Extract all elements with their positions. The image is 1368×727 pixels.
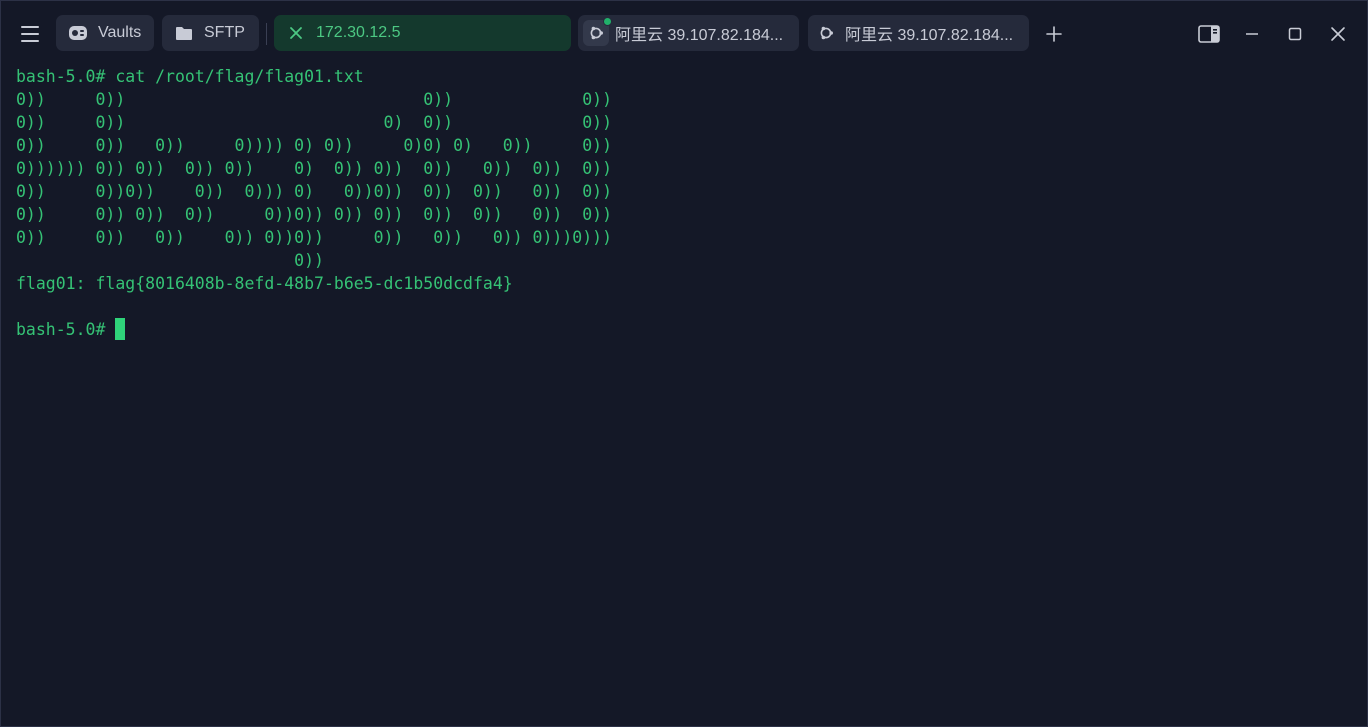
toggle-side-panel-button[interactable] [1194, 19, 1224, 49]
terminal-cursor [115, 318, 126, 340]
terminal-prompt-line[interactable]: bash-5.0# [16, 318, 612, 341]
close-icon [1331, 27, 1345, 41]
plus-icon [1046, 26, 1062, 42]
minimize-icon [1246, 33, 1258, 35]
folder-icon [172, 21, 196, 45]
terminal-prompt: bash-5.0# [16, 320, 116, 339]
close-window-button[interactable] [1323, 19, 1353, 49]
terminal-line: 0)) 0)) 0)) 0)))) 0) 0)) 0)0) 0) 0)) 0)) [16, 136, 613, 155]
terminal-line: 0)) [16, 251, 324, 270]
terminal-line: 0)))))) 0)) 0)) 0)) 0)) 0) 0)) 0)) 0)) 0… [16, 159, 613, 178]
tab-label: 阿里云 39.107.82.184... [845, 27, 1014, 44]
hamburger-line [21, 33, 39, 35]
ubuntu-icon [583, 17, 612, 46]
ubuntu-icon [813, 20, 839, 46]
terminal-line: 0)) 0)) 0)) 0)) [16, 90, 613, 109]
hamburger-line [21, 40, 39, 42]
tab-label: SFTP [204, 24, 245, 41]
add-tab-button[interactable] [1041, 21, 1067, 47]
app-window: Vaults SFTP 172.30.12.5 阿里云 39.107.82.18… [0, 0, 1368, 727]
title-bar: Vaults SFTP 172.30.12.5 阿里云 39.107.82.18… [1, 1, 1367, 65]
tab-aliyun-2[interactable]: 阿里云 39.107.82.184... [808, 15, 1029, 51]
hamburger-line [21, 26, 39, 28]
terminal-line: 0)) 0))0)) 0)) 0))) 0) 0))0)) 0)) 0)) 0)… [16, 182, 613, 201]
maximize-button[interactable] [1280, 19, 1310, 49]
maximize-icon [1288, 27, 1302, 41]
tab-label: Vaults [98, 24, 142, 41]
tab-label: 阿里云 39.107.82.184... [615, 27, 784, 44]
terminal-view[interactable]: bash-5.0# cat /root/flag/flag01.txt 0)) 0… [1, 65, 1367, 726]
tab-sftp[interactable]: SFTP [162, 15, 259, 51]
terminal-line: flag01: flag{8016408b-8efd-48b7-b6e5-dc1… [16, 274, 513, 293]
terminal-output: bash-5.0# cat /root/flag/flag01.txt 0)) 0… [16, 65, 612, 341]
tab-aliyun-1[interactable]: 阿里云 39.107.82.184... [578, 15, 799, 51]
close-icon[interactable] [284, 21, 308, 45]
tab-vaults[interactable]: Vaults [56, 15, 154, 51]
minimize-button[interactable] [1237, 19, 1267, 49]
menu-button[interactable] [13, 17, 47, 51]
tab-active-session[interactable]: 172.30.12.5 [274, 15, 571, 51]
side-panel-icon [1198, 25, 1220, 43]
terminal-line: 0)) 0)) 0) 0)) 0)) [16, 113, 613, 132]
tab-divider [266, 23, 267, 45]
tab-label: 172.30.12.5 [316, 24, 401, 41]
terminal-line: 0)) 0)) 0)) 0)) 0))0)) 0)) 0)) 0)) 0)) 0… [16, 205, 613, 224]
terminal-line: bash-5.0# cat /root/flag/flag01.txt [16, 67, 364, 86]
terminal-line: 0)) 0)) 0)) 0)) 0))0)) 0)) 0)) 0)) 0)))0… [16, 228, 613, 247]
online-status-dot [603, 17, 612, 26]
vault-icon [66, 21, 90, 45]
